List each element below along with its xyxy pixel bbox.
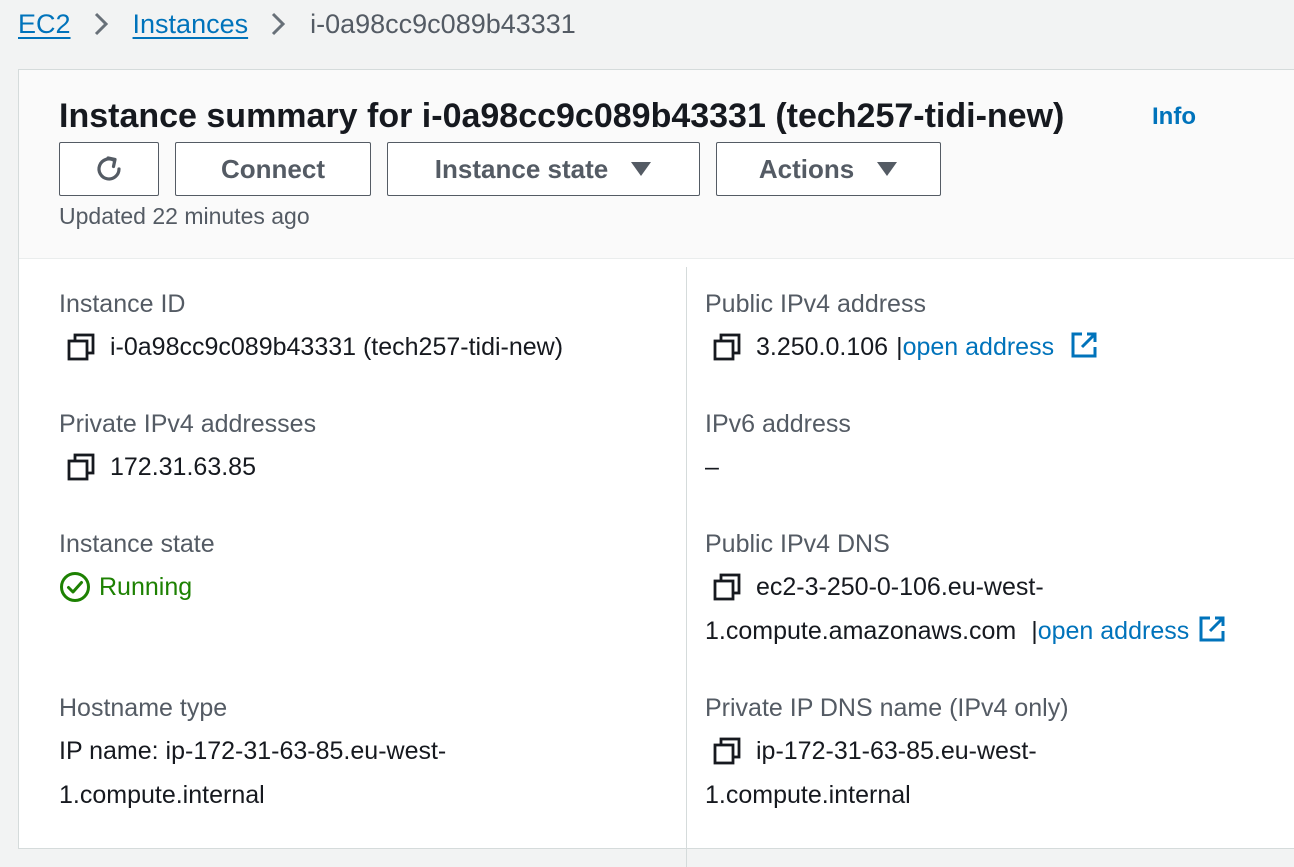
public-ipv4-value: 3.250.0.106 <box>756 333 889 361</box>
copy-icon[interactable] <box>712 332 742 362</box>
actions-button[interactable]: Actions <box>716 142 941 196</box>
ipv6-value: – <box>705 453 719 481</box>
private-dns-label: Private IP DNS name (IPv4 only) <box>705 694 1069 722</box>
open-address-link[interactable]: open address <box>1037 616 1228 645</box>
ipv6-field: IPv6 address – <box>705 407 851 489</box>
public-dns-value-line2: 1.compute.amazonaws.com <box>705 617 1017 645</box>
copy-icon[interactable] <box>66 332 96 362</box>
public-ipv4-value-row: 3.250.0.106 | open address <box>705 325 1099 369</box>
caret-down-icon <box>631 162 652 176</box>
open-address-link-label: open address <box>1037 617 1190 645</box>
private-ipv4-field: Private IPv4 addresses 172.31.63.85 <box>59 407 316 489</box>
public-ipv4-field: Public IPv4 address 3.250.0.106 | open a… <box>705 287 1099 369</box>
actions-button-label: Actions <box>758 153 855 184</box>
instance-state-value: Running <box>99 573 193 601</box>
info-link[interactable]: Info <box>1152 103 1196 131</box>
chevron-right-icon <box>94 12 108 36</box>
copy-icon[interactable] <box>712 736 742 766</box>
instance-id-label: Instance ID <box>59 290 186 318</box>
status-check-icon <box>60 572 90 602</box>
breadcrumb-instances-link[interactable]: Instances <box>133 9 249 40</box>
open-address-link-label: open address <box>902 333 1055 361</box>
hostname-type-value: IP name: ip-172-31-63-85.eu-west- 1.comp… <box>59 729 446 817</box>
page-title: Instance summary for i-0a98cc9c089b43331… <box>59 97 1065 135</box>
refresh-button[interactable] <box>59 142 159 196</box>
instance-state-label: Instance state <box>59 530 215 558</box>
updated-timestamp: Updated 22 minutes ago <box>59 203 310 229</box>
copy-icon[interactable] <box>712 572 742 602</box>
ipv6-label: IPv6 address <box>705 410 851 438</box>
copy-icon[interactable] <box>66 452 96 482</box>
hostname-type-value-line2: 1.compute.internal <box>59 781 265 809</box>
public-dns-value: ec2-3-250-0-106.eu-west- 1.compute.amazo… <box>705 565 1227 653</box>
breadcrumb: EC2 Instances i-0a98cc9c089b43331 <box>18 4 576 44</box>
connect-button-label: Connect <box>221 153 325 184</box>
instance-state-status: Running <box>59 565 215 609</box>
hostname-type-field: Hostname type IP name: ip-172-31-63-85.e… <box>59 691 446 817</box>
public-dns-label: Public IPv4 DNS <box>705 530 890 558</box>
open-address-link[interactable]: open address <box>903 325 1099 369</box>
chevron-right-icon <box>272 12 286 36</box>
instance-state-button-label: Instance state <box>434 153 609 184</box>
public-ipv4-label: Public IPv4 address <box>705 290 926 318</box>
breadcrumb-ec2-link[interactable]: EC2 <box>18 9 71 40</box>
private-ipv4-value: 172.31.63.85 <box>110 453 256 481</box>
external-link-icon <box>1071 332 1097 358</box>
breadcrumb-current: i-0a98cc9c089b43331 <box>310 8 576 39</box>
private-dns-value-line1: ip-172-31-63-85.eu-west- <box>756 737 1037 765</box>
refresh-icon <box>97 156 121 181</box>
public-dns-field: Public IPv4 DNS ec2-3-250-0-106.eu-west-… <box>705 527 1227 653</box>
instance-id-value: i-0a98cc9c089b43331 (tech257-tidi-new) <box>110 333 564 361</box>
private-ipv4-value-row: 172.31.63.85 <box>59 445 316 489</box>
hostname-type-label: Hostname type <box>59 694 228 722</box>
private-dns-value-line2: 1.compute.internal <box>705 781 911 809</box>
private-dns-field: Private IP DNS name (IPv4 only) ip-172-3… <box>705 691 1069 817</box>
public-dns-value-line2-row: 1.compute.amazonaws.com |open address <box>705 609 1227 653</box>
instance-state-field: Instance state Running <box>59 527 215 609</box>
private-dns-value-row: ip-172-31-63-85.eu-west- <box>705 729 1069 773</box>
instance-id-field: Instance ID i-0a98cc9c089b43331 (tech257… <box>59 287 563 369</box>
hostname-type-value-line1: IP name: ip-172-31-63-85.eu-west- <box>59 737 447 765</box>
instance-state-button[interactable]: Instance state <box>387 142 700 196</box>
external-link-icon <box>1199 616 1225 642</box>
private-dns-value: ip-172-31-63-85.eu-west- 1.compute.inter… <box>705 729 1069 817</box>
public-dns-value-line1: ec2-3-250-0-106.eu-west- <box>756 573 1044 601</box>
connect-button[interactable]: Connect <box>175 142 371 196</box>
column-divider <box>686 267 687 867</box>
panel-header: Instance summary for i-0a98cc9c089b43331… <box>19 70 1294 259</box>
instance-id-value-row: i-0a98cc9c089b43331 (tech257-tidi-new) <box>59 325 563 369</box>
public-dns-value-row: ec2-3-250-0-106.eu-west- <box>705 565 1227 609</box>
instance-summary-panel: Instance summary for i-0a98cc9c089b43331… <box>18 69 1294 867</box>
private-ipv4-label: Private IPv4 addresses <box>59 410 317 438</box>
caret-down-icon <box>877 162 898 176</box>
